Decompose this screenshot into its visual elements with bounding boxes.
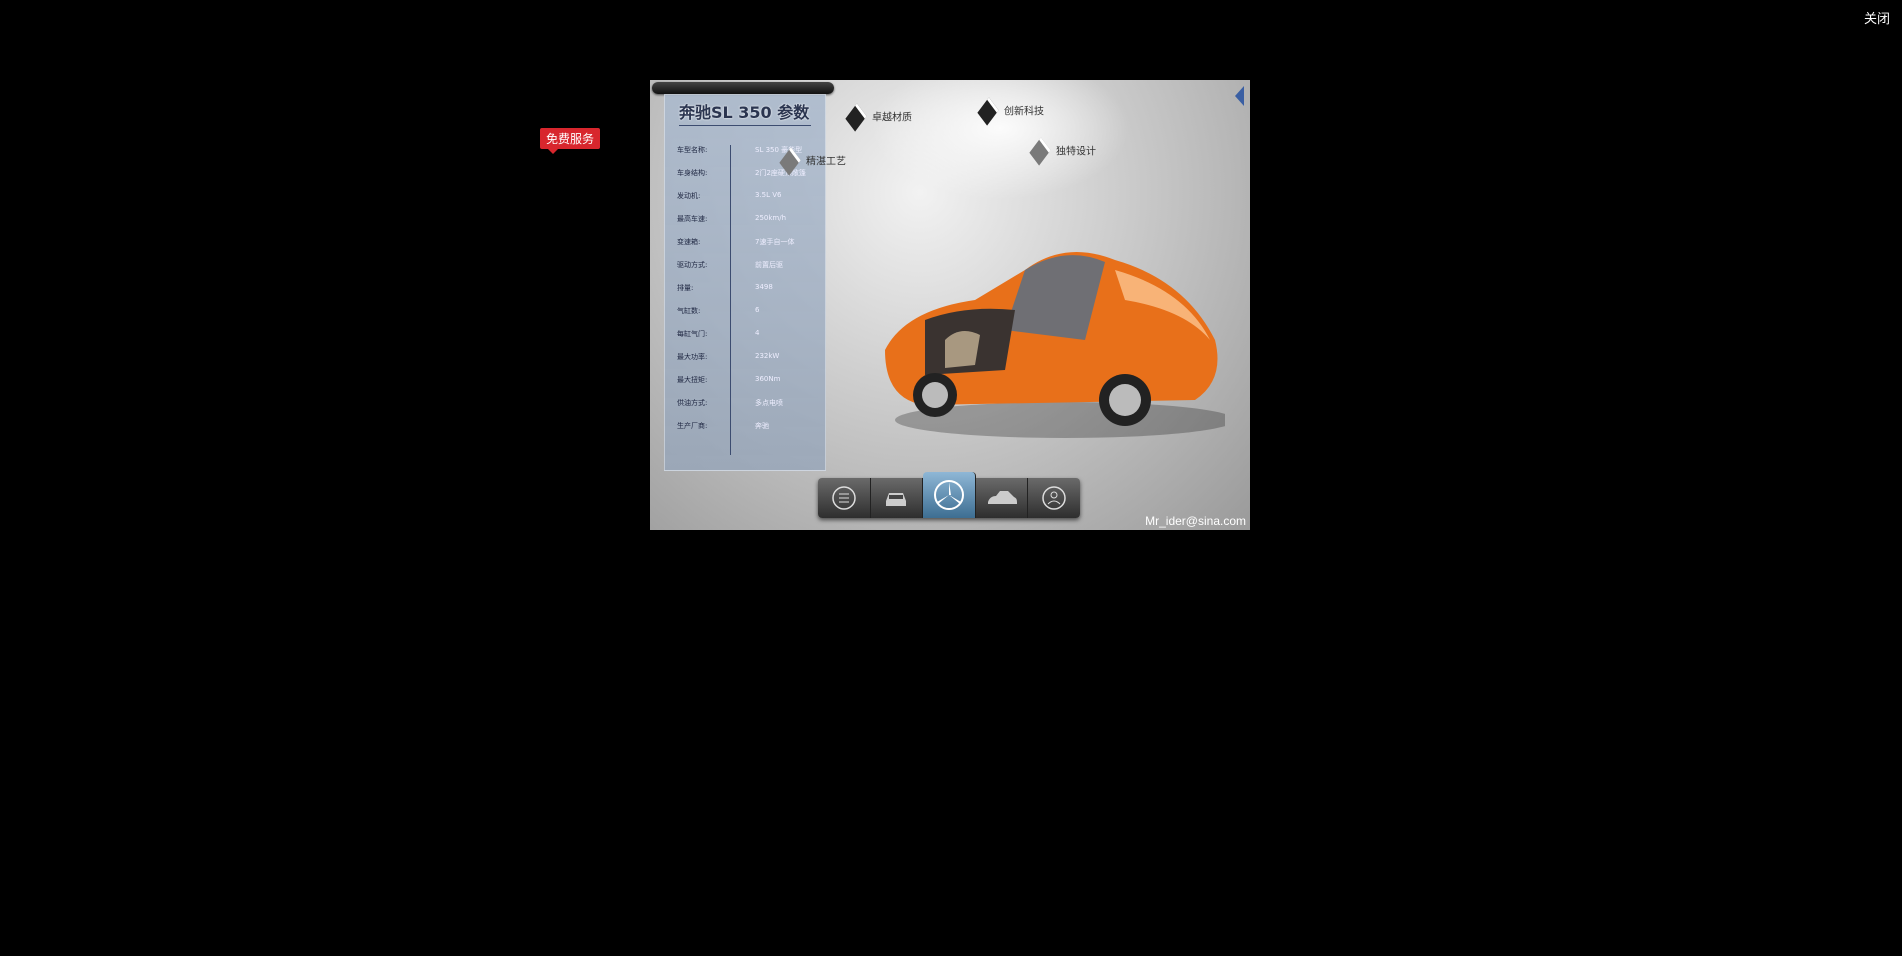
- spec-row: 最大扭矩: 360Nm: [677, 375, 817, 389]
- car-front-icon: [886, 493, 907, 506]
- spec-value: 7速手自一体: [755, 238, 795, 246]
- watermark: Mr_ider@sina.com: [1145, 514, 1246, 528]
- spec-row: 排量: 3498: [677, 283, 817, 297]
- spec-row: 每缸气门: 4: [677, 329, 817, 343]
- spec-key: 生产厂商:: [677, 422, 708, 430]
- spec-key: 供油方式:: [677, 399, 708, 407]
- feature-material[interactable]: 卓越材质: [845, 103, 912, 132]
- spec-value: 奔驰: [755, 422, 769, 430]
- spec-row: 生产厂商: 奔驰: [677, 421, 817, 435]
- spec-value: 232kW: [755, 352, 780, 360]
- feature-technology[interactable]: 创新科技: [977, 97, 1044, 126]
- spec-row: 最高车速: 250km/h: [677, 214, 817, 228]
- spec-key: 最高车速:: [677, 215, 708, 223]
- car-side-icon: [987, 491, 1017, 504]
- spec-value: 250km/h: [755, 214, 787, 222]
- contact-button[interactable]: [1028, 478, 1080, 518]
- spec-panel: 奔驰SL 350 参数 车型名称: SL 350 豪华型 车身结构: 2门2座硬顶敞篷…: [664, 94, 826, 471]
- spec-value: 360Nm: [755, 375, 781, 383]
- progress-bar: [652, 82, 834, 94]
- spec-key: 发动机:: [677, 192, 701, 200]
- brand-button[interactable]: [923, 472, 976, 518]
- spec-key: 驱动方式:: [677, 261, 708, 269]
- list-icon: [832, 486, 856, 510]
- spotlight: [870, 80, 1130, 200]
- list-button[interactable]: [818, 478, 871, 518]
- spec-key: 排量:: [677, 284, 694, 292]
- cube-icon: [845, 103, 867, 132]
- feature-craft[interactable]: 精湛工艺: [779, 147, 846, 176]
- spec-row: 变速箱: 7速手自一体: [677, 237, 817, 251]
- spec-row: 气缸数: 6: [677, 306, 817, 320]
- spec-key: 每缸气门:: [677, 330, 708, 338]
- car-3d-viewer[interactable]: 奔驰SL 350 参数 车型名称: SL 350 豪华型 车身结构: 2门2座硬顶敞篷…: [650, 80, 1250, 530]
- car-image: [885, 252, 1225, 438]
- mercedes-logo-icon: [933, 480, 964, 510]
- spec-value: 6: [755, 306, 760, 314]
- spec-row: 驱动方式: 前置后驱: [677, 260, 817, 274]
- spec-key: 变速箱:: [677, 238, 701, 246]
- spec-value: 前置后驱: [755, 261, 783, 269]
- spec-value: 3498: [755, 283, 773, 291]
- spec-key: 气缸数:: [677, 307, 701, 315]
- spec-key: 车身结构:: [677, 169, 708, 177]
- feature-design[interactable]: 独特设计: [1029, 137, 1096, 166]
- spec-row: 最大功率: 232kW: [677, 352, 817, 366]
- spec-value: 3.5L V6: [755, 191, 782, 199]
- spec-title: 奔驰SL 350 参数: [679, 103, 810, 122]
- side-view-button[interactable]: [976, 478, 1029, 518]
- spec-key: 车型名称:: [677, 146, 708, 154]
- bottom-toolbar: [818, 472, 1080, 518]
- spec-key: 最大扭矩:: [677, 376, 708, 384]
- spec-row: 发动机: 3.5L V6: [677, 191, 817, 205]
- close-link[interactable]: 关闭: [1864, 8, 1890, 27]
- spec-key: 最大功率:: [677, 353, 708, 361]
- person-icon: [1042, 486, 1066, 510]
- spec-value: 4: [755, 329, 760, 337]
- spec-row: 供油方式: 多点电喷: [677, 398, 817, 412]
- arrow-left-icon[interactable]: [1235, 86, 1244, 106]
- spec-value: 多点电喷: [755, 399, 783, 407]
- divider: [679, 125, 811, 126]
- front-view-button[interactable]: [871, 478, 924, 518]
- free-service-badge[interactable]: 免费服务: [540, 128, 601, 154]
